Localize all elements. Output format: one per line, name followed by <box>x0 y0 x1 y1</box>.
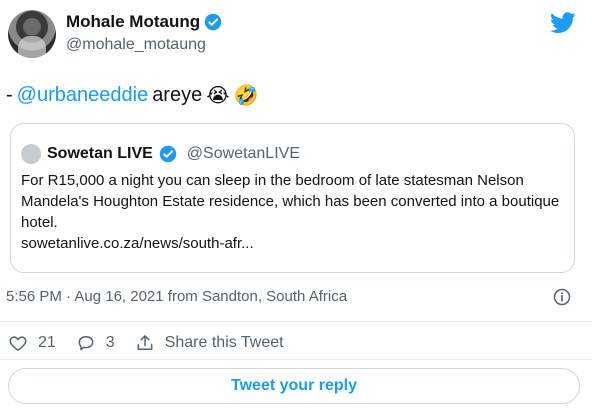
divider <box>0 359 592 360</box>
crying-emoji: 😭 <box>206 84 230 107</box>
reply-action[interactable]: 3 <box>76 333 115 353</box>
verified-icon <box>159 145 177 163</box>
reply-icon[interactable] <box>76 333 96 353</box>
verified-icon <box>204 13 222 31</box>
author-name[interactable]: Mohale Motaung <box>66 12 200 32</box>
tweet-actions: 21 3 Share this Tweet <box>8 333 304 353</box>
quote-link[interactable]: sowetanlive.co.za/news/south-afr... <box>21 233 561 254</box>
quote-author-handle: @SowetanLIVE <box>186 145 300 162</box>
quote-text: For R15,000 a night you can sleep in the… <box>21 170 561 254</box>
author-handle[interactable]: @mohale_motaung <box>66 36 206 54</box>
share-action[interactable]: Share this Tweet <box>135 333 284 353</box>
info-icon[interactable] <box>552 287 572 307</box>
tweet-body: areye <box>152 84 203 106</box>
quote-header: Sowetan LIVE @SowetanLIVE <box>21 144 300 164</box>
author-name-row[interactable]: Mohale Motaung <box>66 12 222 32</box>
quoted-tweet-card[interactable]: Sowetan LIVE @SowetanLIVE For R15,000 a … <box>10 123 575 273</box>
quote-body: For R15,000 a night you can sleep in the… <box>21 172 560 231</box>
tweet-timestamp[interactable]: 5:56 PM · Aug 16, 2021 from Sandton, Sou… <box>6 288 347 305</box>
laughing-emoji: 🤣 <box>233 84 259 107</box>
divider <box>0 321 592 322</box>
twitter-logo-icon[interactable] <box>550 12 576 34</box>
tweet-text: - @urbaneeddie areye 😭 🤣 <box>6 84 259 107</box>
mention-link[interactable]: @urbaneeddie <box>17 84 149 107</box>
heart-icon[interactable] <box>8 333 28 353</box>
share-icon[interactable] <box>135 333 155 353</box>
like-count: 21 <box>38 334 56 351</box>
like-action[interactable]: 21 <box>8 333 56 353</box>
share-label[interactable]: Share this Tweet <box>165 334 284 352</box>
reply-count: 3 <box>105 334 115 351</box>
quote-avatar <box>21 144 41 164</box>
tweet-prefix: - <box>6 84 13 106</box>
tweet-your-reply-button[interactable]: Tweet your reply <box>8 368 580 404</box>
avatar[interactable] <box>8 10 56 58</box>
quote-author-name: Sowetan LIVE <box>47 145 153 162</box>
